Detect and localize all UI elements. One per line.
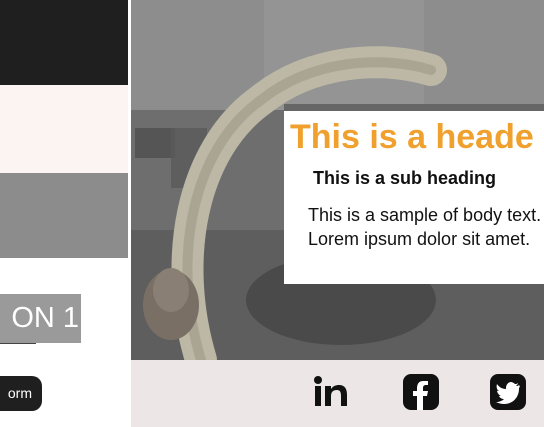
facebook-icon[interactable] <box>401 372 441 412</box>
card-subheading: This is a sub heading <box>313 168 497 188</box>
form-button[interactable]: orm <box>0 376 42 411</box>
option-button[interactable]: ON 1 <box>0 294 81 343</box>
card-header: This is a heade <box>290 118 534 156</box>
linkedin-icon[interactable] <box>311 372 351 412</box>
pink-block <box>0 85 128 173</box>
social-footer <box>131 360 544 427</box>
twitter-icon[interactable] <box>488 372 528 412</box>
left-sidebar: ON 1 orm <box>0 0 131 427</box>
dark-block <box>0 0 128 85</box>
content-card: This is a heade This is a sub heading Th… <box>284 104 544 284</box>
option-underline <box>0 343 36 344</box>
gray-block <box>0 173 128 258</box>
card-body: This is a sample of body text. Lorem ips… <box>308 205 542 249</box>
